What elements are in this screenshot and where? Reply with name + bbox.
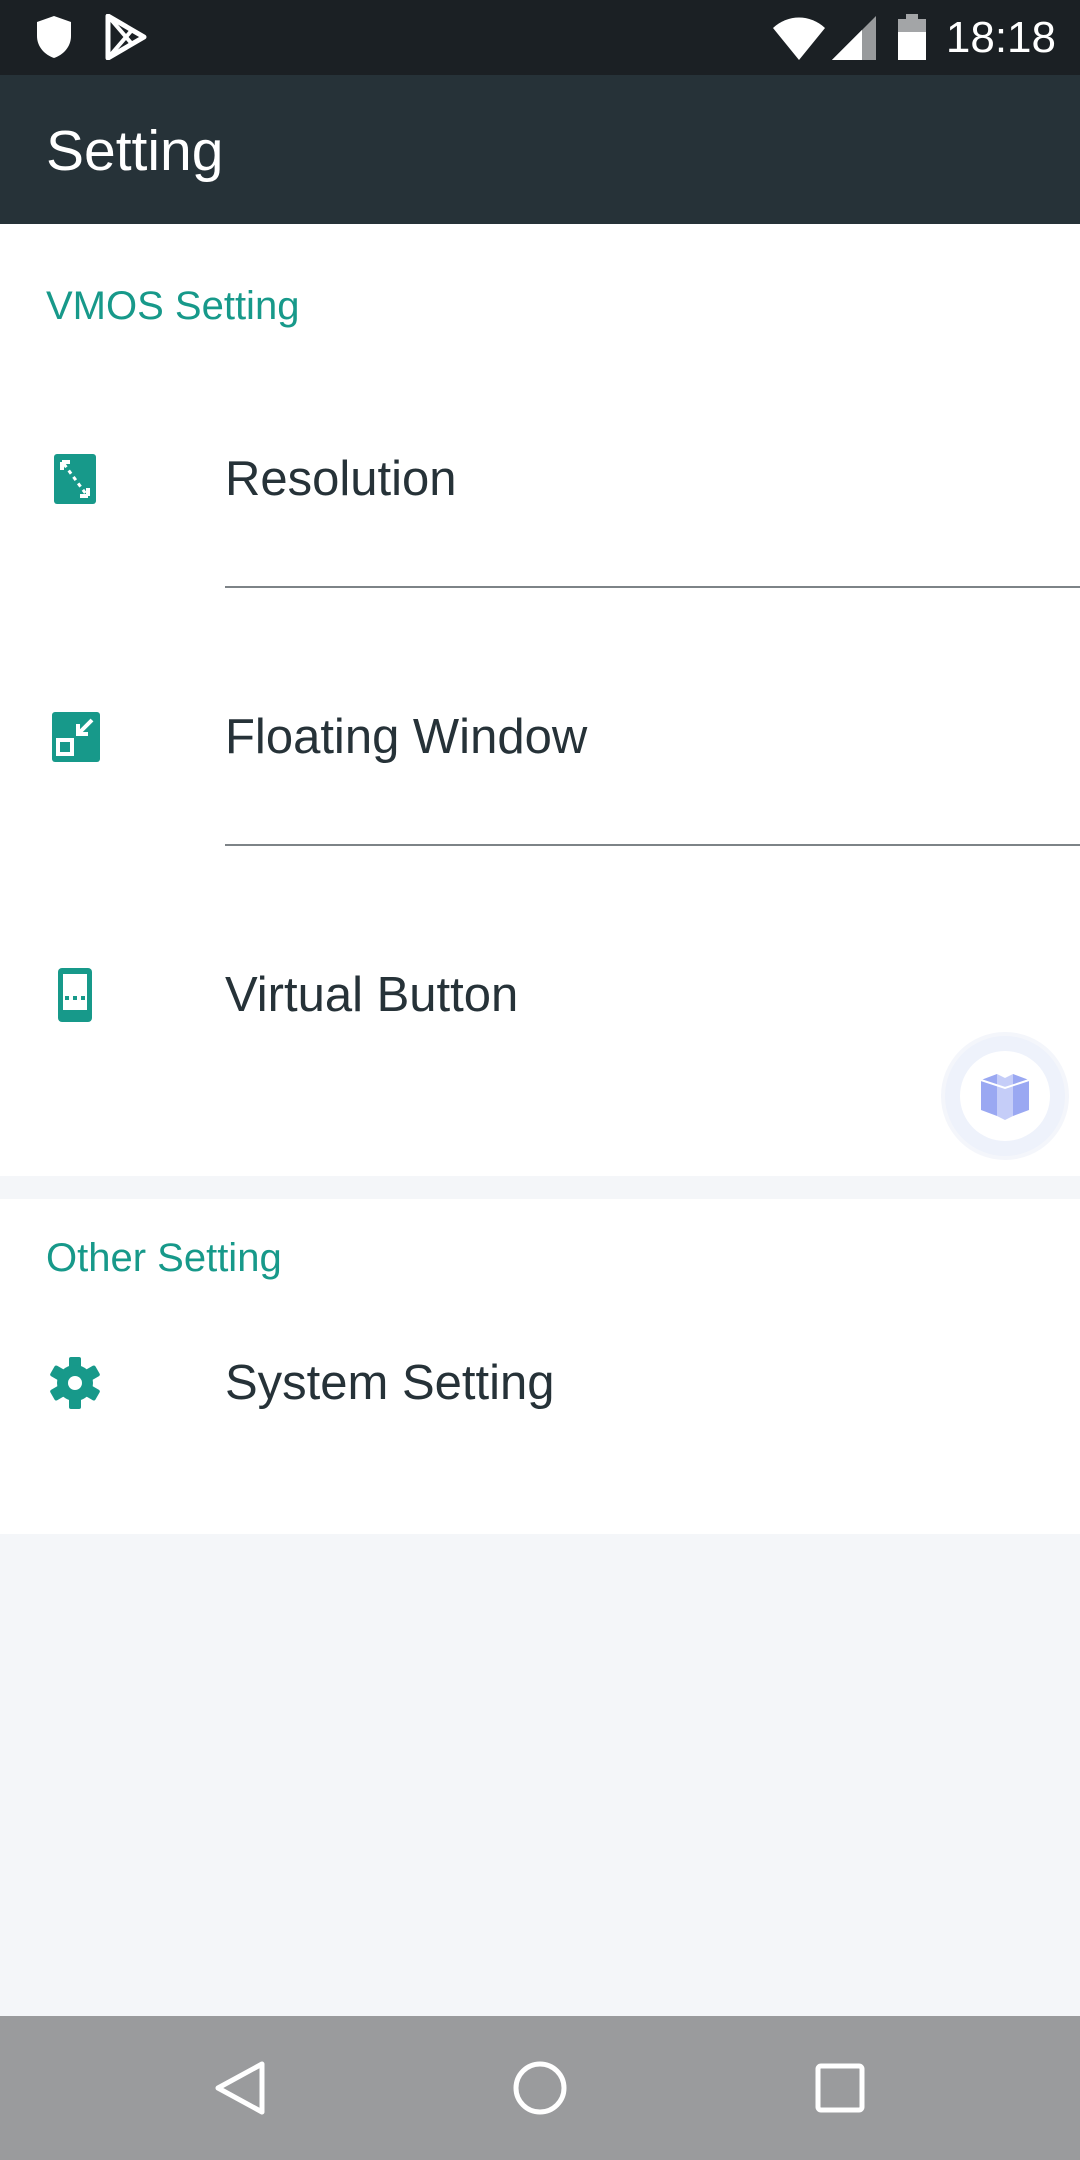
setting-item-floating-window[interactable]: Floating Window: [0, 608, 1080, 866]
app-bar: Setting: [0, 75, 1080, 224]
battery-icon: [898, 14, 926, 65]
floating-window-icon: [46, 708, 104, 766]
status-time: 18:18: [945, 13, 1056, 62]
section-header-other: Other Setting: [46, 1236, 282, 1280]
setting-item-resolution[interactable]: Resolution: [0, 350, 1080, 608]
navigation-bar: [0, 2016, 1080, 2160]
setting-item-system-setting[interactable]: System Setting: [0, 1284, 1080, 1534]
vmos-settings-section: VMOS Setting Resolution Floating Window: [0, 224, 1080, 1176]
setting-item-label: Resolution: [225, 452, 457, 506]
play-store-icon: [104, 13, 148, 65]
virtual-button-icon: [46, 966, 104, 1024]
status-bar: 18:18: [0, 0, 1080, 75]
other-settings-section: Other Setting System Setting: [0, 1199, 1080, 1534]
recents-icon[interactable]: [810, 2058, 870, 2118]
home-icon[interactable]: [510, 2058, 570, 2118]
divider: [225, 844, 1080, 846]
back-icon[interactable]: [210, 2058, 270, 2118]
resolution-icon: [46, 450, 104, 508]
page-title: Setting: [46, 119, 224, 183]
setting-item-label: System Setting: [225, 1356, 555, 1410]
cell-signal-icon: [832, 16, 876, 65]
vmos-cube-icon: [975, 1066, 1035, 1131]
floating-button-face: [960, 1051, 1050, 1141]
wifi-icon: [772, 16, 826, 65]
section-header-vmos: VMOS Setting: [46, 284, 300, 328]
gear-icon: [46, 1354, 104, 1412]
shield-icon: [34, 14, 74, 65]
floating-vmos-button[interactable]: [945, 1036, 1065, 1156]
setting-item-label: Floating Window: [225, 710, 588, 764]
divider: [225, 586, 1080, 588]
setting-item-label: Virtual Button: [225, 968, 519, 1022]
setting-item-virtual-button[interactable]: Virtual Button: [0, 866, 1080, 1124]
